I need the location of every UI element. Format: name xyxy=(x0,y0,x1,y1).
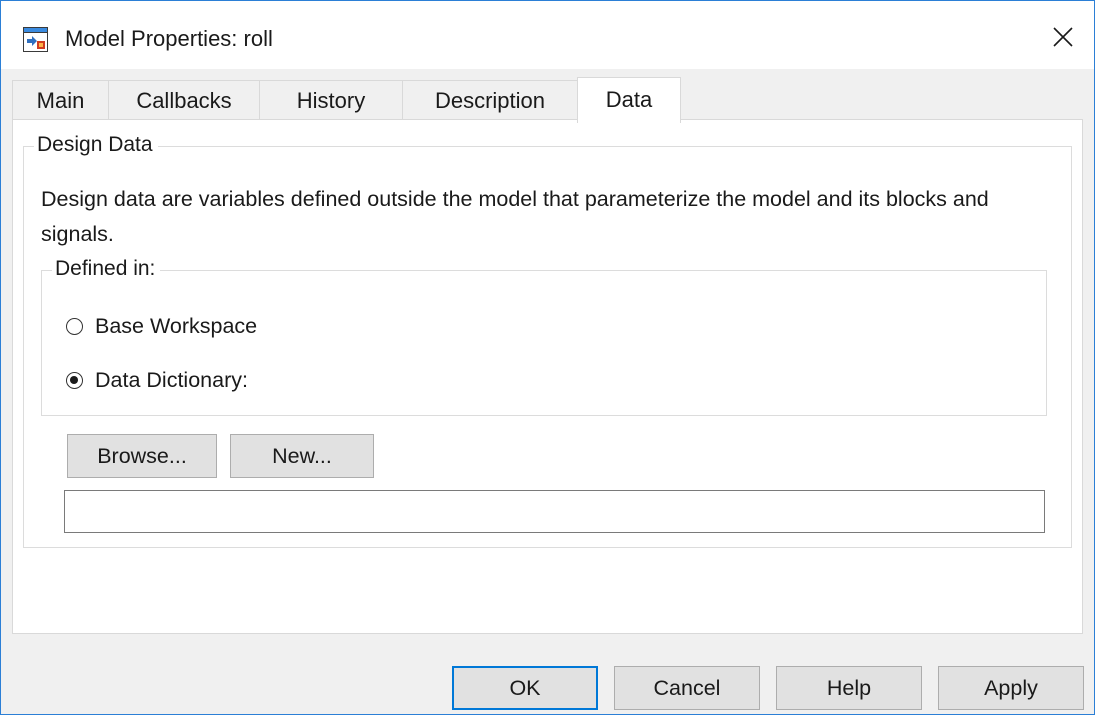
close-button[interactable] xyxy=(1041,17,1085,61)
defined-in-group: Defined in: Base Workspace Data Dictiona… xyxy=(41,255,1047,416)
tab-main[interactable]: Main xyxy=(12,80,109,119)
design-data-group: Design Data Design data are variables de… xyxy=(23,131,1072,548)
browse-button[interactable]: Browse... xyxy=(67,434,217,478)
apply-button[interactable]: Apply xyxy=(938,666,1084,710)
tab-history[interactable]: History xyxy=(259,80,403,119)
tab-data[interactable]: Data xyxy=(577,77,681,123)
help-button[interactable]: Help xyxy=(776,666,922,710)
tab-callbacks[interactable]: Callbacks xyxy=(108,80,260,119)
radio-base-workspace[interactable]: Base Workspace xyxy=(66,312,257,340)
tab-description[interactable]: Description xyxy=(402,80,578,119)
defined-in-legend: Defined in: xyxy=(52,255,161,283)
dictionary-path-field[interactable] xyxy=(64,490,1045,533)
window-title: Model Properties: roll xyxy=(65,26,273,51)
radio-button-unchecked[interactable] xyxy=(66,317,83,335)
simulink-model-icon xyxy=(23,27,48,52)
radio-button-checked[interactable] xyxy=(66,371,83,389)
data-tab-panel: Design Data Design data are variables de… xyxy=(12,119,1083,634)
title-bar: Model Properties: roll xyxy=(1,1,1094,69)
design-data-description: Design data are variables defined outsid… xyxy=(41,187,989,246)
close-icon xyxy=(1053,26,1073,52)
new-button[interactable]: New... xyxy=(230,434,374,478)
model-properties-dialog: Model Properties: roll Main Callbacks Hi… xyxy=(0,0,1095,715)
ok-button[interactable]: OK xyxy=(452,666,598,710)
radio-label-base-workspace: Base Workspace xyxy=(95,314,258,338)
design-data-legend: Design Data xyxy=(34,131,158,159)
radio-label-data-dictionary: Data Dictionary: xyxy=(95,368,248,392)
radio-data-dictionary[interactable]: Data Dictionary: xyxy=(66,366,248,394)
cancel-button[interactable]: Cancel xyxy=(614,666,760,710)
